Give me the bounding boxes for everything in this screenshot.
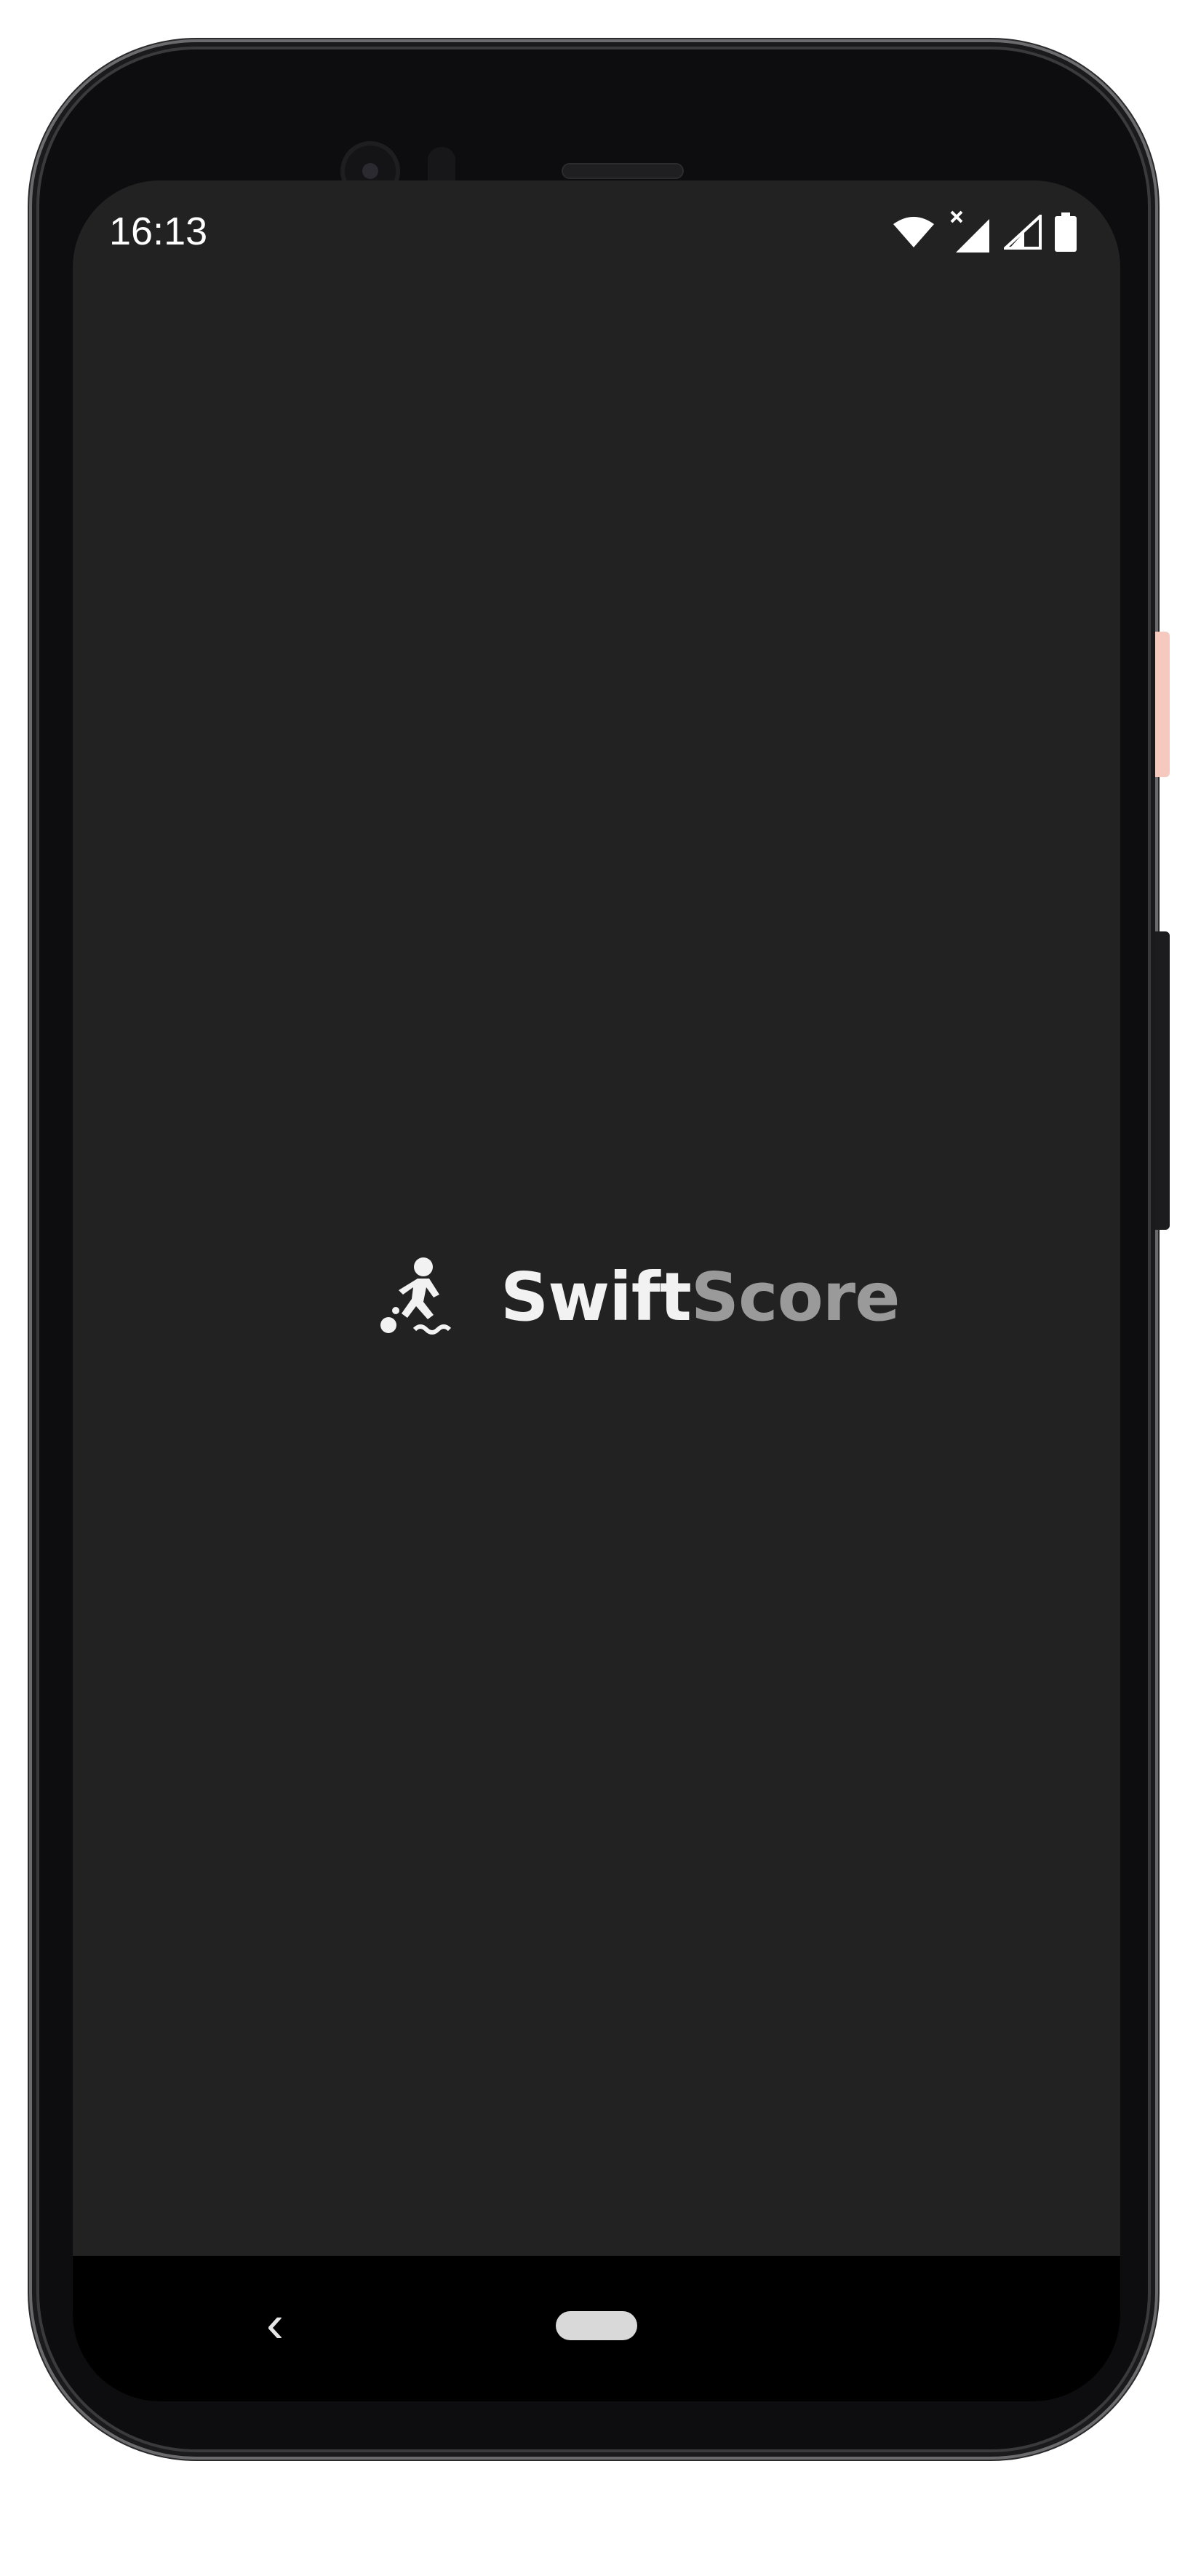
- soccer-player-icon: [370, 1254, 457, 1341]
- cellular-no-data-icon: [949, 210, 991, 254]
- back-chevron-icon[interactable]: ‹: [253, 2294, 297, 2355]
- volume-button[interactable]: [1155, 931, 1170, 1230]
- battery-icon: [1055, 212, 1077, 252]
- status-bar: 16:13: [73, 180, 1120, 282]
- app-name-swift: Swift: [500, 1258, 692, 1336]
- home-pill-icon[interactable]: [556, 2311, 637, 2340]
- power-button[interactable]: [1155, 632, 1170, 777]
- screen: 16:13 SwiftScore ‹: [73, 180, 1120, 2401]
- page: 16:13 SwiftScore ‹: [0, 0, 1193, 2576]
- wifi-icon: [892, 215, 935, 249]
- navigation-bar: ‹: [73, 2256, 1120, 2401]
- earpiece-speaker: [562, 163, 684, 179]
- cellular-signal-icon: [1004, 215, 1042, 250]
- app-name-score: Score: [690, 1258, 901, 1336]
- app-logo: SwiftScore: [370, 1250, 901, 1345]
- app-name: SwiftScore: [500, 1254, 901, 1341]
- status-time: 16:13: [109, 210, 208, 253]
- status-icons: [892, 207, 1077, 258]
